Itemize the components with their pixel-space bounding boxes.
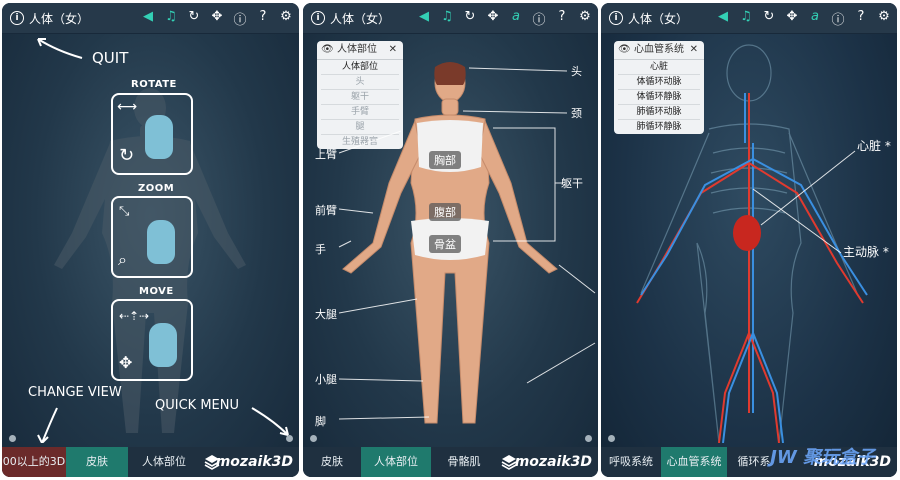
hand-icon [147,220,175,264]
view-dot-left[interactable] [310,435,317,442]
move-icon: ✥ [119,353,133,372]
label-connectors [752,150,856,254]
quit-annotation: QUIT [92,49,129,67]
panel-cardiovascular: i 人体（女） ◀ ♫ ↻ ✥ a ⓘ ? ⚙ 👁 心血管系统 ✕ 心脏 体循环… [601,3,897,477]
tag-abdomen[interactable]: 腹部 [429,203,461,221]
zoom-gesture-box: ⤡ ⌕ [111,196,193,278]
label-foot[interactable]: 脚 [315,413,326,429]
rotate-gesture-box: ⟷ ↻ [111,93,193,175]
menu-item-body-parts[interactable]: 人体部位 [361,447,431,477]
quick-menu-annotation: QUICK MENU [155,398,239,413]
rotate-icon: ↻ [119,145,135,166]
menu-item-cardiovascular[interactable]: 心血管系统 [661,447,727,477]
zoom-label: ZOOM [138,183,175,194]
menu-item-skeletal-muscle[interactable]: 骨骼肌 [431,447,497,477]
view-dot-right[interactable] [585,435,592,442]
menu-item-respiratory[interactable]: 呼吸系统 [601,447,661,477]
view-dot-left[interactable] [9,435,16,442]
label-lower-leg[interactable]: 小腿 [315,371,337,387]
view-dot-left[interactable] [608,435,615,442]
move-gesture-box: ⇠⇡⇢ ✥ [111,299,193,381]
menu-item-3d[interactable]: 00以上的3D [2,447,66,477]
expand-arrows-icon: ⤡ [119,204,130,219]
panel-gesture-help: i 人体（女） ◀ ♫ ↻ ✥ ⓘ ? ⚙ QUIT CHANGE VIEW Q [2,3,299,477]
arrow-left-right-icon: ⟷ [117,99,138,115]
rotate-label: ROTATE [131,79,177,90]
hand-icon [149,323,177,367]
menu-item-skin[interactable]: 皮肤 [303,447,361,477]
label-neck[interactable]: 颈 [571,105,582,121]
tag-chest[interactable]: 胸部 [429,151,461,169]
move-label: MOVE [139,286,174,297]
label-upper-arm[interactable]: 上臂 [315,146,337,162]
brand-logo: mozaik3D [514,454,592,470]
label-hand[interactable]: 手 [315,241,326,257]
menu-item-skin[interactable]: 皮肤 [66,447,128,477]
hand-icon [145,115,173,159]
label-trunk[interactable]: 躯干 [561,175,583,191]
panel-body-parts: i 人体（女） ◀ ♫ ↻ ✥ a ⓘ ? ⚙ 👁 人体部位 ✕ 人体部位 头 … [303,3,598,477]
label-forearm[interactable]: 前臂 [315,202,337,218]
change-view-annotation: CHANGE VIEW [28,385,122,400]
magnifier-icon: ⌕ [118,250,127,269]
label-aorta[interactable]: 主动脉 * [843,243,889,260]
label-connectors [338,67,596,420]
menu-item-body-parts[interactable]: 人体部位 [128,447,200,477]
view-dot-right[interactable] [286,435,293,442]
label-head[interactable]: 头 [571,63,582,79]
watermark-logo: JW 聚玩盒子 [770,447,875,468]
brand-logo: mozaik3D [215,454,293,470]
label-heart[interactable]: 心脏 * [857,137,891,154]
tag-pelvis[interactable]: 骨盆 [429,235,461,253]
arrows-icon: ⇠⇡⇢ [119,309,150,323]
label-thigh[interactable]: 大腿 [315,306,337,322]
